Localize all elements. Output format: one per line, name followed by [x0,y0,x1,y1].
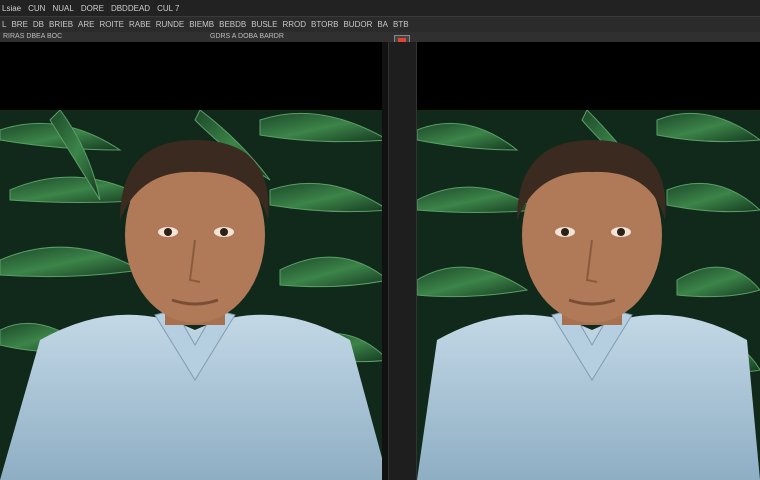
menu-item[interactable]: BEBDB [219,20,246,29]
menu-item[interactable]: RUNDE [156,20,184,29]
menu-item[interactable]: BIEMB [189,20,214,29]
menu-item[interactable]: BTB [393,20,409,29]
menu-item[interactable]: DB [33,20,44,29]
title-item[interactable]: Lsiae [2,4,21,13]
title-item[interactable]: CUN [28,4,45,13]
portrait-photo-right [417,110,760,480]
options-left-label[interactable]: RIRAS DBEA BOC [3,33,62,40]
menu-bar: L BRE DB BRIEB ARE ROITE RABE RUNDE BIEM… [0,16,760,32]
menu-item[interactable]: BUDOR [343,20,372,29]
title-item[interactable]: DORE [81,4,104,13]
canvas-right-pane[interactable] [417,42,760,480]
menu-item[interactable]: ARE [78,20,94,29]
title-item[interactable]: DBDDEAD [111,4,150,13]
menu-item[interactable]: BRE [11,20,27,29]
menu-item[interactable]: ROITE [100,20,124,29]
title-item[interactable]: CUL 7 [157,4,179,13]
title-bar: Lsiae CUN NUAL DORE DBDDEAD CUL 7 [0,0,760,16]
canvas-left-pane[interactable] [0,42,388,480]
options-bar: RIRAS DBEA BOC GDRS A DOBA BARDR [0,32,760,42]
menu-item[interactable]: BA [377,20,388,29]
options-mid-label[interactable]: GDRS A DOBA BARDR [210,33,284,40]
menu-item[interactable]: L [2,20,6,29]
portrait-photo-left [0,110,388,480]
menu-item[interactable]: BUSLE [251,20,277,29]
menu-item[interactable]: RROD [282,20,306,29]
title-item[interactable]: NUAL [52,4,73,13]
pane-divider[interactable] [388,42,417,480]
menu-item[interactable]: RABE [129,20,151,29]
menu-item[interactable]: BTORB [311,20,338,29]
menu-item[interactable]: BRIEB [49,20,73,29]
